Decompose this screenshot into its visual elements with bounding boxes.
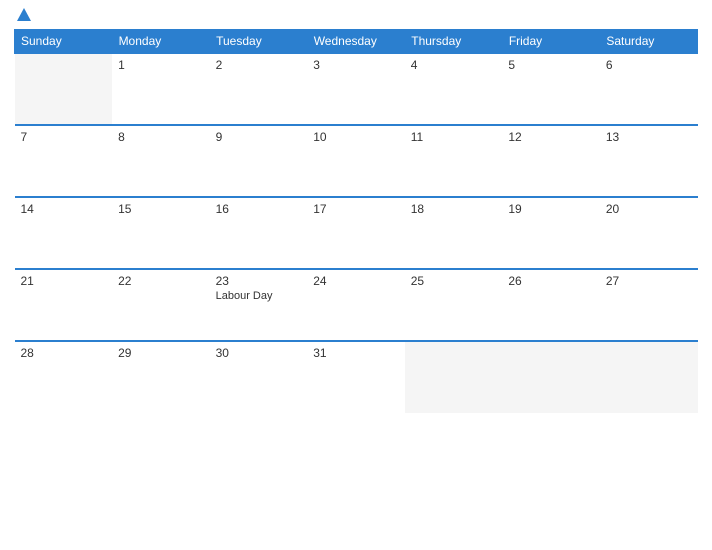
calendar-cell: 4 (405, 53, 503, 125)
day-number: 19 (508, 202, 594, 216)
day-number: 12 (508, 130, 594, 144)
calendar-week-row: 28 29 30 31 (15, 341, 698, 413)
event-label: Labour Day (216, 290, 302, 302)
calendar-cell: 24 (307, 269, 405, 341)
day-number: 15 (118, 202, 204, 216)
day-number: 24 (313, 274, 399, 288)
calendar-cell: 12 (502, 125, 600, 197)
day-number: 30 (216, 346, 302, 360)
day-number: 17 (313, 202, 399, 216)
calendar-col-header-sunday: Sunday (15, 30, 113, 54)
calendar-cell: 26 (502, 269, 600, 341)
calendar-table: SundayMondayTuesdayWednesdayThursdayFrid… (14, 29, 698, 413)
calendar-cell (502, 341, 600, 413)
calendar-col-header-monday: Monday (112, 30, 210, 54)
calendar-cell: 18 (405, 197, 503, 269)
logo (14, 10, 31, 21)
day-number: 25 (411, 274, 497, 288)
day-number: 28 (21, 346, 107, 360)
day-number: 27 (606, 274, 692, 288)
day-number: 26 (508, 274, 594, 288)
calendar-cell: 3 (307, 53, 405, 125)
calendar-week-row: 14 15 16 17 18 19 20 (15, 197, 698, 269)
calendar-cell: 16 (210, 197, 308, 269)
day-number: 2 (216, 58, 302, 72)
day-number: 7 (21, 130, 107, 144)
calendar-cell: 5 (502, 53, 600, 125)
day-number: 14 (21, 202, 107, 216)
calendar-col-header-tuesday: Tuesday (210, 30, 308, 54)
day-number: 1 (118, 58, 204, 72)
calendar-cell: 13 (600, 125, 698, 197)
page: SundayMondayTuesdayWednesdayThursdayFrid… (0, 0, 712, 550)
day-number: 9 (216, 130, 302, 144)
day-number: 5 (508, 58, 594, 72)
calendar-cell: 15 (112, 197, 210, 269)
calendar-cell: 10 (307, 125, 405, 197)
calendar-cell: 9 (210, 125, 308, 197)
calendar-col-header-thursday: Thursday (405, 30, 503, 54)
day-number: 3 (313, 58, 399, 72)
calendar-cell: 27 (600, 269, 698, 341)
calendar-cell (600, 341, 698, 413)
day-number: 11 (411, 130, 497, 144)
calendar-cell: 30 (210, 341, 308, 413)
calendar-cell: 31 (307, 341, 405, 413)
calendar-cell: 14 (15, 197, 113, 269)
day-number: 31 (313, 346, 399, 360)
calendar-cell: 21 (15, 269, 113, 341)
day-number: 10 (313, 130, 399, 144)
day-number: 21 (21, 274, 107, 288)
calendar-cell: 23 Labour Day (210, 269, 308, 341)
calendar-cell: 8 (112, 125, 210, 197)
day-number: 20 (606, 202, 692, 216)
calendar-cell: 17 (307, 197, 405, 269)
day-number: 8 (118, 130, 204, 144)
day-number: 16 (216, 202, 302, 216)
logo-triangle-icon (17, 8, 31, 21)
calendar-cell: 2 (210, 53, 308, 125)
day-number: 22 (118, 274, 204, 288)
calendar-cell: 11 (405, 125, 503, 197)
day-number: 4 (411, 58, 497, 72)
calendar-cell (405, 341, 503, 413)
header (14, 10, 698, 21)
day-number: 23 (216, 274, 302, 288)
calendar-col-header-saturday: Saturday (600, 30, 698, 54)
calendar-cell: 28 (15, 341, 113, 413)
calendar-week-row: 123456 (15, 53, 698, 125)
calendar-cell: 20 (600, 197, 698, 269)
calendar-cell: 25 (405, 269, 503, 341)
calendar-cell: 7 (15, 125, 113, 197)
calendar-week-row: 21 22 23 Labour Day 24 25 26 27 (15, 269, 698, 341)
calendar-cell (15, 53, 113, 125)
calendar-cell: 19 (502, 197, 600, 269)
calendar-week-row: 789 10 11 12 13 (15, 125, 698, 197)
calendar-col-header-friday: Friday (502, 30, 600, 54)
calendar-cell: 1 (112, 53, 210, 125)
day-number: 6 (606, 58, 692, 72)
calendar-col-header-wednesday: Wednesday (307, 30, 405, 54)
logo-block (14, 10, 31, 21)
day-number: 18 (411, 202, 497, 216)
calendar-header-row: SundayMondayTuesdayWednesdayThursdayFrid… (15, 30, 698, 54)
calendar-cell: 22 (112, 269, 210, 341)
calendar-cell: 6 (600, 53, 698, 125)
day-number: 13 (606, 130, 692, 144)
calendar-cell: 29 (112, 341, 210, 413)
day-number: 29 (118, 346, 204, 360)
